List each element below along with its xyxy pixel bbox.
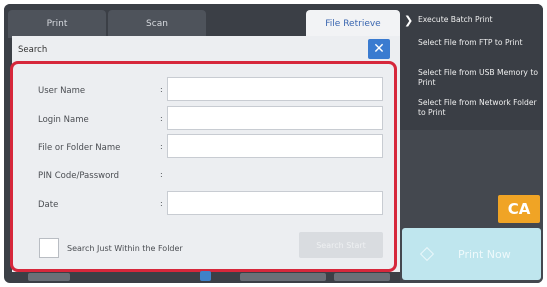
tab-scan[interactable]: Scan bbox=[108, 10, 206, 38]
menu-select-network-folder[interactable]: Select File from Network Folder to Print bbox=[418, 98, 540, 118]
close-button[interactable]: ✕ bbox=[368, 39, 390, 59]
print-now-label: Print Now bbox=[458, 248, 511, 261]
bottom-bar-segment bbox=[240, 273, 326, 281]
bottom-bar-segment bbox=[334, 273, 390, 281]
bottom-bar-segment bbox=[28, 273, 70, 281]
print-now-button[interactable]: Print Now bbox=[402, 228, 541, 280]
start-diamond-icon bbox=[419, 246, 435, 262]
action-menu: ❯ Execute Batch Print Select File from F… bbox=[400, 4, 543, 130]
highlight-frame bbox=[10, 61, 397, 272]
menu-select-ftp[interactable]: Select File from FTP to Print bbox=[418, 38, 528, 48]
action-panel: ❯ Execute Batch Print Select File from F… bbox=[400, 4, 543, 283]
chevron-right-icon: ❯ bbox=[404, 14, 414, 27]
toner-icon bbox=[200, 271, 211, 281]
bottom-bar bbox=[4, 270, 400, 283]
menu-select-usb[interactable]: Select File from USB Memory to Print bbox=[418, 68, 538, 88]
device-screen: Print Scan File Retrieve ❯ Execute Batch… bbox=[4, 4, 543, 283]
close-icon: ✕ bbox=[373, 41, 385, 57]
tab-file-retrieve[interactable]: File Retrieve bbox=[306, 10, 400, 38]
tab-print[interactable]: Print bbox=[8, 10, 106, 38]
dialog-title: Search bbox=[18, 45, 48, 55]
menu-execute-batch-print[interactable]: Execute Batch Print bbox=[418, 15, 493, 25]
mode-tabs: Print Scan File Retrieve bbox=[4, 4, 400, 38]
clear-all-button[interactable]: CA bbox=[498, 195, 540, 223]
